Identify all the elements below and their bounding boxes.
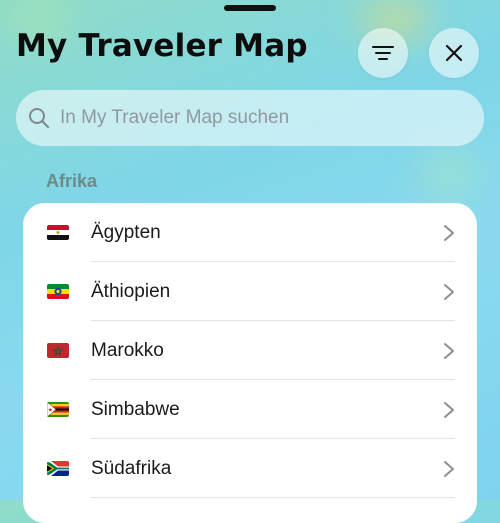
south-africa-flag-icon	[47, 461, 69, 476]
list-item[interactable]: Marokko	[23, 321, 477, 380]
section-header-afrika: Afrika	[46, 171, 98, 191]
filter-lines-icon	[372, 46, 394, 60]
list-item[interactable]: Simbabwe	[23, 380, 477, 439]
divider	[91, 497, 455, 498]
close-button[interactable]	[429, 28, 479, 78]
zimbabwe-flag-icon	[47, 402, 69, 417]
ethiopia-flag-icon	[47, 284, 69, 299]
chevron-right-icon	[444, 342, 454, 359]
list-item[interactable]: Südafrika	[23, 439, 477, 498]
list-item-label: Simbabwe	[91, 398, 180, 420]
filter-button[interactable]	[358, 28, 408, 78]
list-item-label: Ägypten	[91, 221, 161, 243]
search-bar[interactable]	[16, 90, 484, 146]
chevron-right-icon	[444, 460, 454, 477]
page-title: My Traveler Map	[16, 28, 308, 64]
search-input[interactable]	[58, 106, 462, 130]
egypt-flag-icon	[47, 225, 69, 240]
chevron-right-icon	[444, 283, 454, 300]
background-blob	[420, 150, 480, 200]
country-list-card: Ägypten Äthiopien Marokko Simbabwe Südaf…	[23, 203, 477, 523]
list-item-label: Südafrika	[91, 457, 172, 479]
list-item[interactable]: Ägypten	[23, 203, 477, 262]
list-item[interactable]: Äthiopien	[23, 262, 477, 321]
list-item-label: Marokko	[91, 339, 164, 361]
chevron-right-icon	[444, 401, 454, 418]
close-x-icon	[445, 44, 463, 62]
sheet-grabber[interactable]	[224, 5, 276, 11]
chevron-right-icon	[444, 224, 454, 241]
search-icon	[29, 108, 50, 129]
morocco-flag-icon	[47, 343, 69, 358]
list-item-label: Äthiopien	[91, 280, 171, 302]
